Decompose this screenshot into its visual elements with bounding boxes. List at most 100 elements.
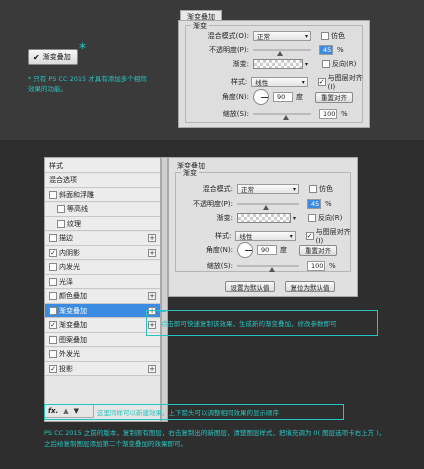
gradient-picker[interactable] — [253, 59, 303, 69]
layer-style-item[interactable]: ✓ 投影 + — [45, 362, 160, 376]
layer-style-label: 光泽 — [59, 277, 73, 286]
opacity-slider[interactable] — [253, 49, 311, 56]
dither-checkbox[interactable] — [309, 185, 317, 193]
opacity-slider[interactable] — [237, 203, 299, 210]
list-scrollbar[interactable] — [161, 157, 168, 422]
add-effect-icon[interactable]: + — [148, 248, 156, 257]
top-gradient-panel: 渐变 混合模式(O): 正常 ▾ 仿色 不透明度(P): 45 % 渐变: ▾ 反… — [178, 20, 370, 128]
scale-slider[interactable] — [237, 265, 299, 272]
gradient-overlay-toggle-button[interactable]: ✔ 渐变叠加 — [28, 49, 78, 65]
layer-style-item[interactable]: 样式 — [45, 159, 160, 173]
reset-default-button[interactable]: 复位为默认值 — [285, 281, 335, 292]
effect-checkbox[interactable]: ✓ — [49, 306, 57, 315]
percent-sign: % — [341, 110, 348, 118]
dither-checkbox[interactable] — [321, 32, 329, 40]
align-with-layer-checkbox[interactable]: ✓ — [305, 232, 314, 240]
layer-style-label: 外发光 — [59, 350, 80, 358]
gradient-label: 渐变: — [232, 60, 249, 68]
layer-style-item[interactable]: 图案叠加 — [45, 333, 160, 347]
layer-style-item[interactable]: 斜面和浮雕 — [45, 188, 160, 202]
layer-style-label: 颜色叠加 — [59, 292, 87, 300]
layer-style-item[interactable]: 内发光 — [45, 260, 160, 275]
angle-input[interactable]: 90 — [273, 92, 293, 102]
blend-mode-value: 正常 — [257, 33, 270, 41]
layer-style-item[interactable]: 光泽 — [45, 275, 160, 289]
layer-style-item[interactable]: 等高线 — [45, 202, 160, 217]
blend-mode-select[interactable]: 正常 ▾ — [237, 184, 299, 194]
layer-style-label: 图案叠加 — [59, 335, 87, 344]
page: ✔ 渐变叠加 * * 只有 PS CC 2015 才具有添加多个相同效果的功能。… — [0, 0, 424, 469]
chevron-down-icon: ▾ — [289, 232, 293, 240]
effect-checkbox[interactable] — [49, 190, 57, 199]
add-effect-icon[interactable]: + — [148, 234, 156, 242]
scale-slider[interactable] — [253, 113, 311, 120]
layer-style-label: 描边 — [59, 234, 73, 242]
layer-style-label: 渐变叠加 — [59, 306, 87, 315]
layer-style-item[interactable]: 纹理 — [45, 217, 160, 231]
effect-checkbox[interactable] — [57, 219, 65, 228]
style-select[interactable]: 线性 ▾ — [235, 231, 296, 241]
scale-input[interactable]: 100 — [319, 109, 337, 119]
slider-thumb[interactable] — [277, 51, 283, 56]
opacity-input[interactable]: 45 — [307, 199, 321, 209]
add-effect-icon[interactable]: + — [148, 364, 156, 373]
layer-style-label: 纹理 — [67, 219, 81, 228]
effect-checkbox[interactable] — [49, 335, 57, 344]
layer-style-label: 内阴影 — [59, 248, 80, 257]
layer-style-item[interactable]: ✓ 内阴影 + — [45, 246, 160, 260]
degree-label: 度 — [296, 93, 303, 101]
percent-sign: % — [325, 200, 332, 208]
reset-align-button[interactable]: 重置对齐 — [315, 91, 353, 103]
angle-label: 角度(N): — [221, 93, 249, 101]
opacity-input[interactable]: 45 — [319, 45, 333, 55]
checkmark-icon: ✔ — [33, 52, 40, 62]
reverse-checkbox[interactable] — [322, 60, 331, 68]
effect-checkbox[interactable] — [49, 263, 57, 271]
chevron-down-icon: ▾ — [304, 32, 308, 40]
effect-checkbox[interactable]: ✓ — [49, 364, 57, 373]
effect-checkbox[interactable] — [49, 277, 57, 286]
effect-checkbox[interactable]: ✓ — [49, 248, 57, 257]
effect-checkbox[interactable] — [49, 350, 57, 358]
effect-checkbox[interactable] — [57, 205, 65, 213]
gradient-picker[interactable] — [237, 213, 291, 223]
degree-label: 度 — [280, 246, 287, 254]
layer-style-item[interactable]: ✓ 渐变叠加 + — [45, 304, 160, 318]
angle-dial[interactable] — [253, 89, 269, 105]
duplicate-effect-callout: 点击即可快速复制该效果，生成新的渐变叠加，修改参数即可 — [146, 310, 378, 336]
layer-style-item[interactable]: 描边 + — [45, 231, 160, 246]
layer-style-item[interactable]: 外发光 — [45, 347, 160, 362]
group-title: 渐变 — [181, 168, 199, 178]
effect-checkbox[interactable] — [49, 234, 57, 242]
align-with-layer-checkbox[interactable]: ✓ — [317, 78, 326, 86]
layer-style-item[interactable]: 混合选项 — [45, 173, 160, 188]
layer-style-item[interactable]: 颜色叠加 + — [45, 289, 160, 304]
layer-style-item[interactable]: ✓ 渐变叠加 + — [45, 318, 160, 333]
slider-thumb[interactable] — [263, 205, 269, 210]
opacity-label: 不透明度(P): — [192, 200, 233, 208]
set-default-button[interactable]: 设置为默认值 — [225, 281, 275, 292]
slider-thumb[interactable] — [283, 115, 289, 120]
callout-connector — [160, 311, 166, 312]
effect-checkbox[interactable]: ✓ — [49, 321, 57, 329]
style-select[interactable]: 线性 ▾ — [251, 77, 308, 87]
blend-mode-select[interactable]: 正常 ▾ — [253, 31, 311, 41]
scale-label: 缩放(S): — [222, 110, 249, 118]
reverse-checkbox[interactable] — [308, 214, 317, 222]
angle-dial[interactable] — [237, 242, 253, 258]
layer-style-label: 样式 — [49, 161, 63, 170]
blend-mode-label: 混合模式(O): — [207, 32, 249, 40]
duplicate-effect-note: 点击即可快速复制该效果，生成新的渐变叠加，修改参数即可 — [161, 320, 337, 328]
bottom-note: PS CC 2015 之前的版本，复制原有图层，右击复制出的新图层，清楚图层样式… — [44, 429, 386, 448]
slider-thumb[interactable] — [269, 267, 275, 272]
layer-style-label: 内发光 — [59, 263, 80, 271]
add-effect-icon[interactable]: + — [148, 292, 156, 300]
reset-align-button[interactable]: 重置对齐 — [299, 244, 337, 256]
top-note: * 只有 PS CC 2015 才具有添加多个相同效果的功能。 — [28, 75, 147, 93]
angle-input[interactable]: 90 — [257, 245, 277, 255]
effect-checkbox[interactable] — [49, 292, 57, 300]
scale-input[interactable]: 100 — [307, 261, 325, 271]
layer-style-label: 渐变叠加 — [59, 321, 87, 329]
chevron-down-icon[interactable]: ▾ — [293, 215, 296, 222]
chevron-down-icon[interactable]: ▾ — [305, 61, 308, 68]
